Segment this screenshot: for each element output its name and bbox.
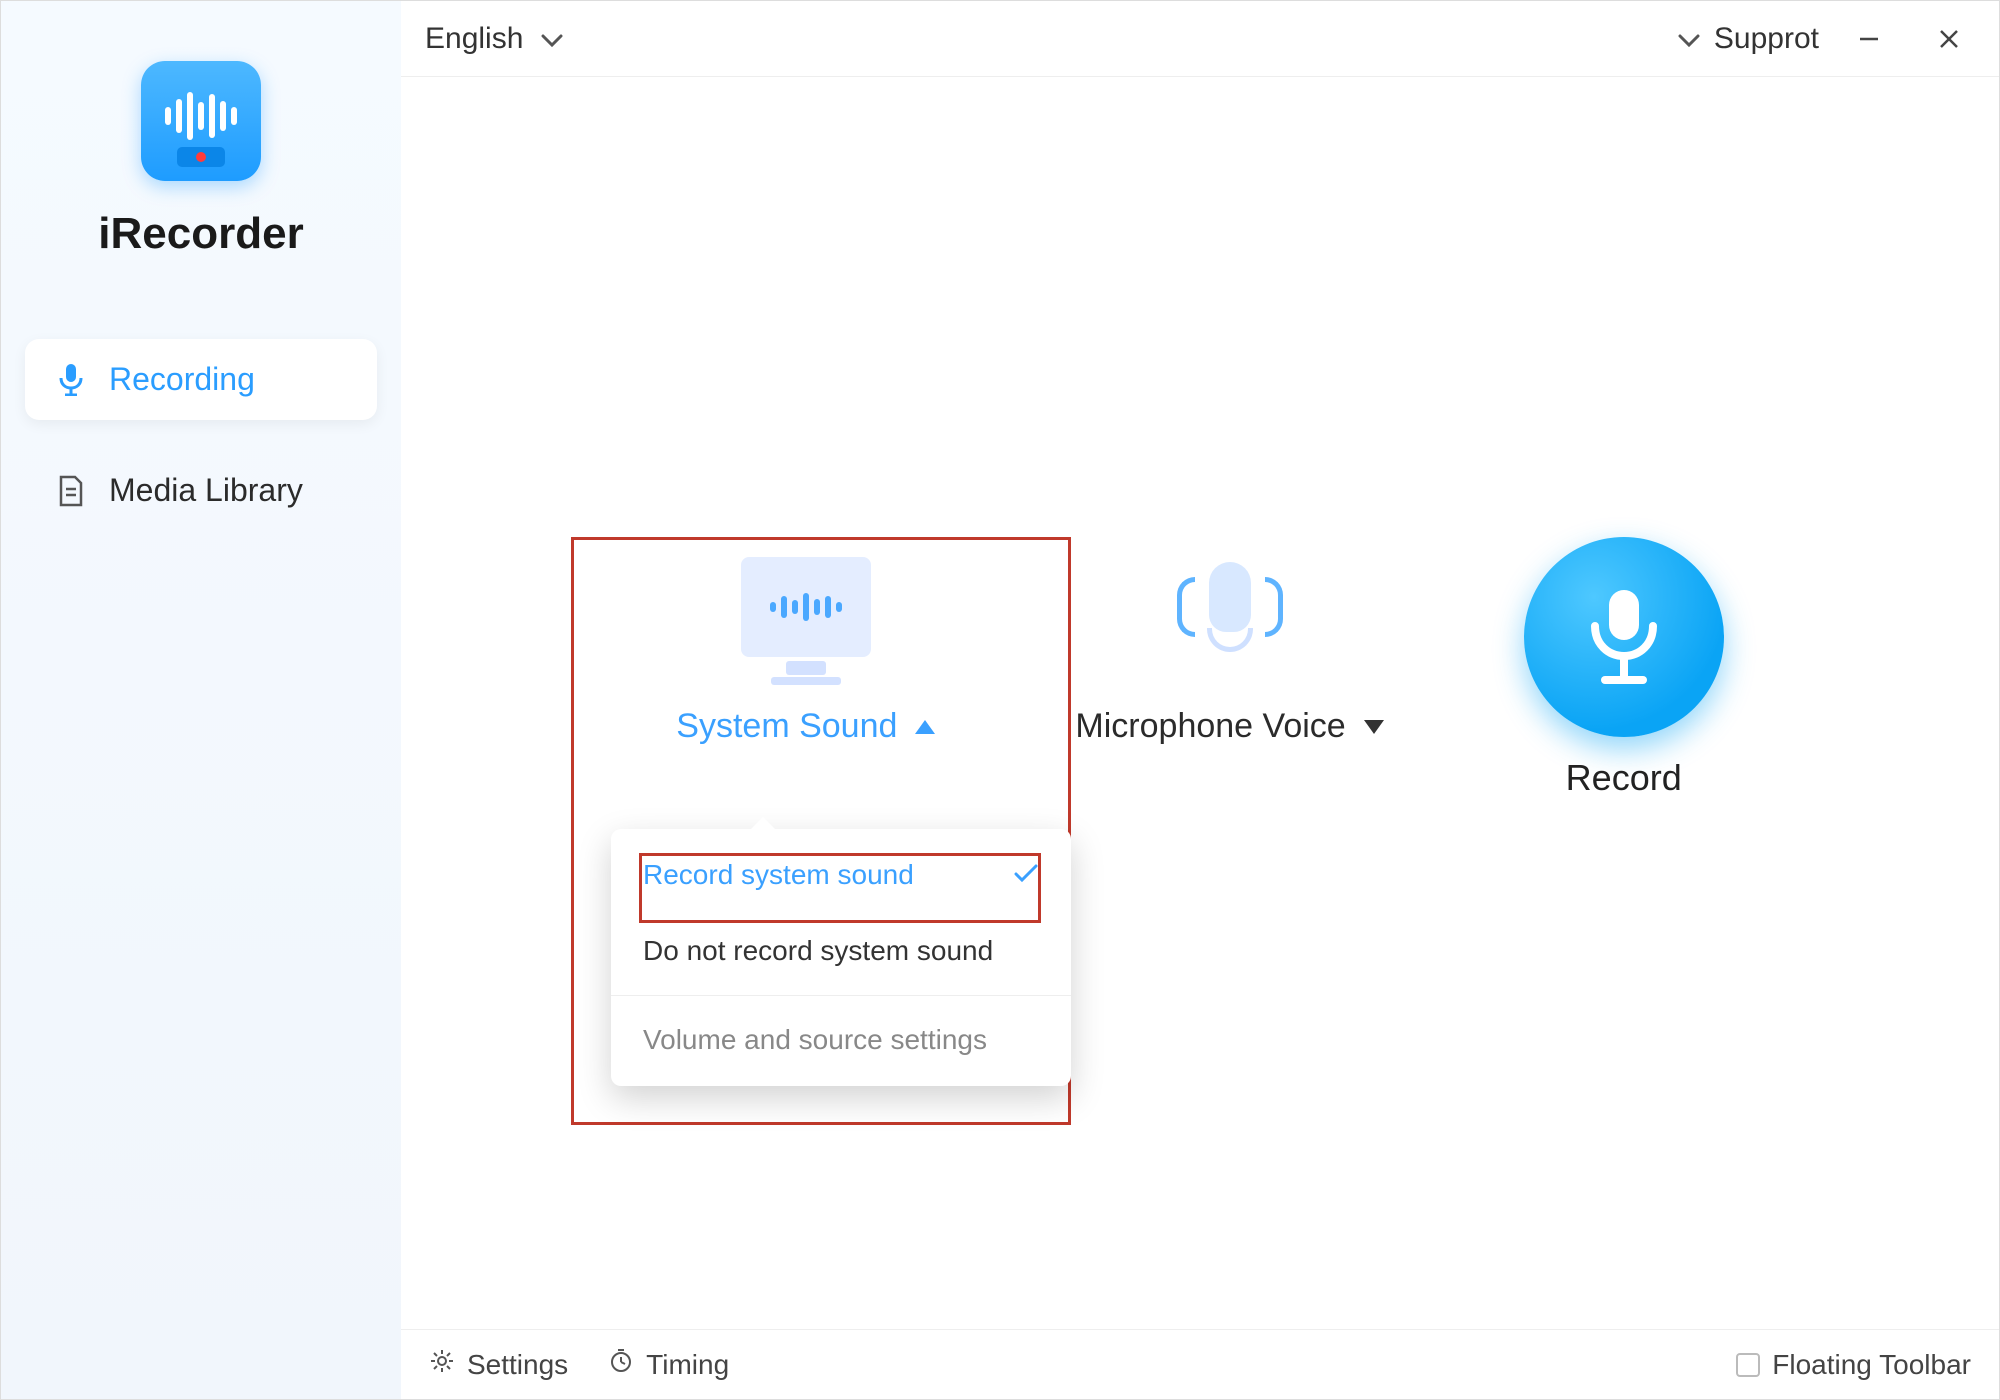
system-sound-label: System Sound [676,707,897,746]
sidebar: iRecorder Recording Media Library [1,1,401,1399]
system-sound-block: System Sound [676,537,935,746]
microphone-toggle[interactable]: Microphone Voice [1075,707,1383,746]
sidebar-item-media-library[interactable]: Media Library [25,450,377,531]
floating-toolbar-toggle[interactable]: Floating Toolbar [1736,1349,1971,1381]
microphone-label: Microphone Voice [1075,707,1345,746]
sidebar-item-label: Recording [109,361,255,398]
gear-icon [429,1348,455,1381]
microphone-waves-icon [1150,537,1310,677]
caret-up-icon [915,720,935,734]
dropdown-option-record-system-sound[interactable]: Record system sound [611,837,1071,913]
record-block: Record [1524,537,1724,799]
app-logo-icon [141,61,261,181]
app-name: iRecorder [98,209,303,259]
support-dropdown[interactable]: Supprot [1678,22,1819,56]
dropdown-settings-label: Volume and source settings [643,1024,987,1056]
microphone-block: Microphone Voice [1075,537,1383,746]
language-label: English [425,22,523,56]
dropdown-option-do-not-record[interactable]: Do not record system sound [611,913,1071,989]
sidebar-nav: Recording Media Library [1,339,401,531]
dropdown-option-label: Do not record system sound [643,935,993,967]
monitor-sound-icon [726,537,886,677]
floating-toolbar-label: Floating Toolbar [1772,1349,1971,1381]
dropdown-option-label: Record system sound [643,859,914,891]
support-label: Supprot [1714,22,1819,56]
system-sound-dropdown: Record system sound Do not record system… [611,829,1071,1086]
dropdown-volume-settings[interactable]: Volume and source settings [611,1002,1071,1078]
settings-label: Settings [467,1349,568,1381]
clock-icon [608,1348,634,1381]
record-label: Record [1566,757,1682,799]
sidebar-item-recording[interactable]: Recording [25,339,377,420]
topbar: English Supprot [401,1,1999,77]
chevron-down-icon [541,22,563,56]
caret-down-icon [1364,720,1384,734]
logo-block: iRecorder [1,61,401,259]
settings-button[interactable]: Settings [429,1348,568,1381]
content: System Sound [401,77,1999,1329]
chevron-down-icon [1678,22,1700,56]
bottombar: Settings Timing Floating Toolbar [401,1329,1999,1399]
sidebar-item-label: Media Library [109,472,303,509]
timing-button[interactable]: Timing [608,1348,729,1381]
document-icon [55,475,87,507]
record-button[interactable] [1524,537,1724,737]
dropdown-separator [611,995,1071,996]
app-window: iRecorder Recording Media Library Englis… [0,0,2000,1400]
language-selector[interactable]: English [425,22,563,56]
minimize-button[interactable] [1839,15,1899,63]
check-icon [1013,860,1039,891]
checkbox-icon [1736,1353,1760,1377]
sources-row: System Sound [401,537,1999,799]
main-area: English Supprot [401,1,1999,1399]
close-button[interactable] [1919,15,1979,63]
timing-label: Timing [646,1349,729,1381]
microphone-icon [55,364,87,396]
system-sound-toggle[interactable]: System Sound [676,707,935,746]
